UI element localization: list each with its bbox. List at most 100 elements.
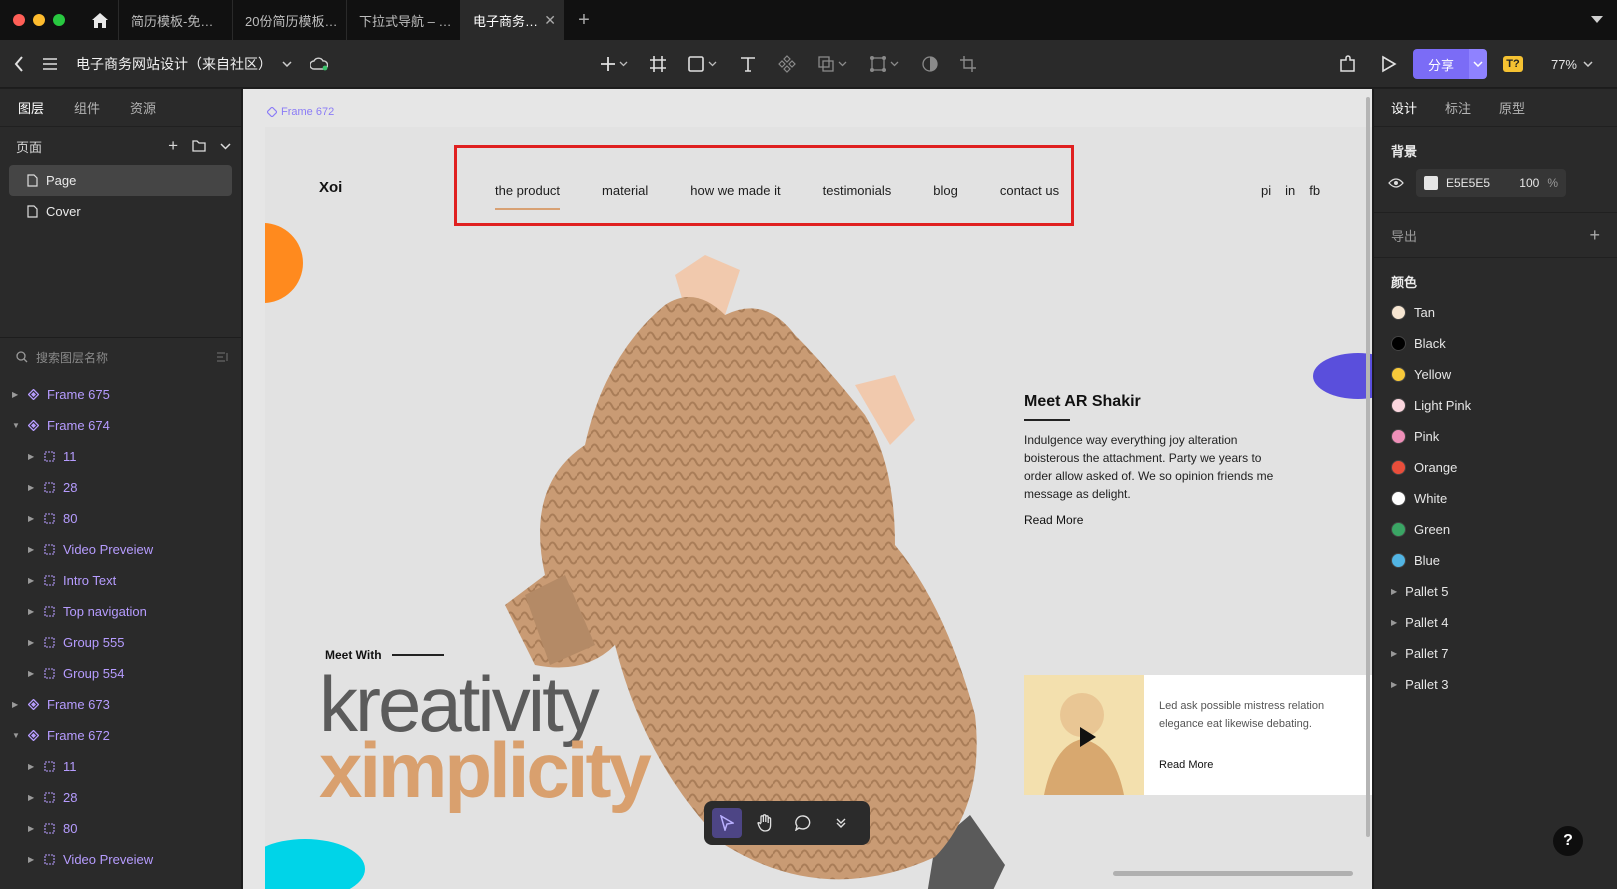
tab-inspect[interactable]: 标注: [1445, 98, 1471, 117]
page-item-cover[interactable]: Cover: [9, 196, 232, 227]
preview-button[interactable]: [1381, 55, 1397, 73]
layer-item[interactable]: ▶ 28: [0, 782, 242, 813]
tab-menu-button[interactable]: [1577, 0, 1617, 40]
layer-item[interactable]: ▶ Video Preveiew: [0, 844, 242, 875]
caret-right-icon[interactable]: ▶: [28, 824, 38, 833]
new-tab-button[interactable]: +: [564, 0, 604, 40]
layer-item[interactable]: ▶ Video Preveiew: [0, 534, 242, 565]
home-button[interactable]: [82, 0, 118, 40]
design-frame[interactable]: Xoi the product material how we made it …: [265, 127, 1372, 889]
layer-item[interactable]: ▶ 28: [0, 472, 242, 503]
vector-tool-button[interactable]: [870, 56, 900, 72]
tab-prototype[interactable]: 原型: [1499, 98, 1525, 117]
layer-item[interactable]: ▶ Frame 675: [0, 379, 242, 410]
caret-right-icon[interactable]: ▶: [28, 669, 38, 678]
layer-item[interactable]: ▶ Group 554: [0, 658, 242, 689]
document-menu-button[interactable]: [282, 61, 292, 67]
pallet-group[interactable]: ▶ Pallet 7: [1374, 638, 1617, 669]
tab-assets[interactable]: 资源: [130, 98, 156, 117]
caret-right-icon[interactable]: ▶: [28, 452, 38, 461]
caret-right-icon[interactable]: ▶: [28, 638, 38, 647]
caret-right-icon[interactable]: ▶: [1391, 649, 1397, 658]
add-export-button[interactable]: +: [1589, 225, 1600, 246]
video-read-more-link[interactable]: Read More: [1159, 759, 1213, 771]
caret-right-icon[interactable]: ▶: [28, 793, 38, 802]
page-item-page[interactable]: Page: [9, 165, 232, 196]
color-style-item[interactable]: Black: [1374, 328, 1617, 359]
layer-item[interactable]: ▼ Frame 672: [0, 720, 242, 751]
filter-icon[interactable]: [216, 352, 230, 362]
frame-label[interactable]: Frame 672: [267, 106, 334, 118]
layer-item[interactable]: ▶ 80: [0, 503, 242, 534]
add-page-button[interactable]: +: [168, 136, 178, 156]
page-folder-button[interactable]: [192, 140, 206, 152]
help-button[interactable]: ?: [1553, 826, 1583, 856]
horizontal-scrollbar[interactable]: [1113, 871, 1353, 876]
close-window-button[interactable]: [13, 14, 25, 26]
tab-components[interactable]: 组件: [74, 98, 100, 117]
more-tools-button[interactable]: [826, 808, 856, 838]
caret-right-icon[interactable]: ▶: [1391, 587, 1397, 596]
tab-dropdown-nav[interactable]: 下拉式导航 – …: [346, 0, 460, 40]
play-icon[interactable]: [1080, 727, 1096, 747]
caret-right-icon[interactable]: ▶: [28, 483, 38, 492]
layer-item[interactable]: ▶ 11: [0, 441, 242, 472]
video-thumbnail[interactable]: [1024, 675, 1144, 795]
layer-item[interactable]: ▶ 11: [0, 751, 242, 782]
hand-tool-button[interactable]: [750, 808, 780, 838]
pallet-group[interactable]: ▶ Pallet 5: [1374, 576, 1617, 607]
crop-tool-button[interactable]: [960, 56, 976, 72]
color-style-item[interactable]: Pink: [1374, 421, 1617, 452]
mask-tool-button[interactable]: [922, 56, 938, 72]
tab-ecommerce[interactable]: 电子商务… ✕: [460, 0, 564, 40]
color-style-item[interactable]: Tan: [1374, 297, 1617, 328]
text-tool-button[interactable]: [740, 56, 756, 72]
layer-item[interactable]: ▶ Frame 673: [0, 689, 242, 720]
zoom-menu-button[interactable]: [1583, 61, 1593, 67]
color-style-item[interactable]: Orange: [1374, 452, 1617, 483]
boolean-tool-button[interactable]: [818, 56, 848, 72]
social-link-fb[interactable]: fb: [1309, 183, 1320, 198]
caret-right-icon[interactable]: ▶: [28, 762, 38, 771]
color-style-item[interactable]: Yellow: [1374, 359, 1617, 390]
rectangle-tool-button[interactable]: [688, 56, 718, 72]
visibility-toggle[interactable]: [1388, 178, 1404, 188]
tab-layers[interactable]: 图层: [18, 98, 44, 117]
component-tool-button[interactable]: [778, 55, 796, 73]
plugins-button[interactable]: [1339, 55, 1357, 73]
tab-resume-template[interactable]: 简历模板-免…: [118, 0, 232, 40]
background-color-field[interactable]: E5E5E5 100 %: [1416, 169, 1566, 197]
color-style-item[interactable]: Blue: [1374, 545, 1617, 576]
document-title[interactable]: 电子商务网站设计（来自社区）: [76, 54, 272, 74]
caret-right-icon[interactable]: ▶: [12, 390, 22, 399]
caret-right-icon[interactable]: ▶: [28, 514, 38, 523]
main-menu-button[interactable]: [42, 57, 58, 71]
back-button[interactable]: [14, 56, 24, 72]
pallet-group[interactable]: ▶ Pallet 4: [1374, 607, 1617, 638]
social-link-pi[interactable]: pi: [1261, 183, 1271, 198]
color-style-item[interactable]: White: [1374, 483, 1617, 514]
canvas[interactable]: Frame 672 Xoi the product material how w…: [243, 89, 1372, 889]
layer-item[interactable]: ▶ 80: [0, 813, 242, 844]
maximize-window-button[interactable]: [53, 14, 65, 26]
social-link-in[interactable]: in: [1285, 183, 1295, 198]
plugin-badge[interactable]: T?: [1502, 56, 1523, 72]
layer-search[interactable]: 搜索图层名称: [0, 342, 242, 372]
caret-right-icon[interactable]: ▶: [12, 700, 22, 709]
caret-right-icon[interactable]: ▶: [28, 545, 38, 554]
collapse-pages-button[interactable]: [220, 142, 231, 150]
insert-tool-button[interactable]: [600, 56, 628, 72]
close-tab-icon[interactable]: ✕: [544, 12, 556, 29]
frame-tool-button[interactable]: [650, 56, 666, 72]
background-swatch[interactable]: [1424, 176, 1438, 190]
layer-item[interactable]: ▶ Group 555: [0, 627, 242, 658]
comment-tool-button[interactable]: [788, 808, 818, 838]
tab-design[interactable]: 设计: [1391, 98, 1417, 117]
minimize-window-button[interactable]: [33, 14, 45, 26]
move-tool-button[interactable]: [712, 808, 742, 838]
layer-item[interactable]: ▶ Top navigation: [0, 596, 242, 627]
color-style-item[interactable]: Green: [1374, 514, 1617, 545]
background-hex[interactable]: E5E5E5: [1446, 176, 1490, 190]
video-preview-card[interactable]: Led ask possible mistress relation elega…: [1024, 675, 1372, 795]
vertical-scrollbar[interactable]: [1366, 97, 1370, 837]
